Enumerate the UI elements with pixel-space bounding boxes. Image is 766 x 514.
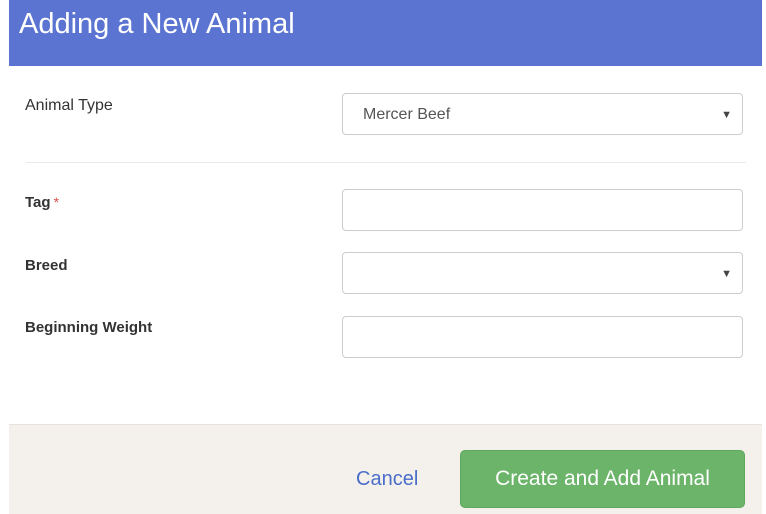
modal-body: Animal Type Mercer Beef ▼ Tag * Breed ▼ B… xyxy=(9,66,762,424)
chevron-down-icon: ▼ xyxy=(721,268,732,280)
cancel-button[interactable]: Cancel xyxy=(356,466,418,492)
modal-footer: Cancel Create and Add Animal xyxy=(9,424,762,514)
animal-type-label: Animal Type xyxy=(25,97,113,114)
section-divider xyxy=(26,162,746,163)
beginning-weight-field[interactable] xyxy=(342,316,743,358)
tag-label: Tag * xyxy=(25,192,59,213)
breed-select[interactable]: ▼ xyxy=(342,252,743,294)
modal-title: Adding a New Animal xyxy=(19,8,295,40)
tag-input[interactable] xyxy=(343,190,742,230)
breed-label: Breed xyxy=(25,257,68,274)
beginning-weight-input[interactable] xyxy=(343,317,742,357)
animal-type-selected-value: Mercer Beef xyxy=(363,106,451,123)
animal-type-select[interactable]: Mercer Beef ▼ xyxy=(342,93,743,135)
modal-header: Adding a New Animal xyxy=(9,0,762,66)
chevron-down-icon: ▼ xyxy=(721,109,732,121)
create-and-add-animal-button[interactable]: Create and Add Animal xyxy=(460,450,745,508)
required-marker: * xyxy=(53,194,60,210)
tag-field[interactable] xyxy=(342,189,743,231)
beginning-weight-label: Beginning Weight xyxy=(25,319,153,336)
tag-label-text: Tag xyxy=(25,194,51,211)
